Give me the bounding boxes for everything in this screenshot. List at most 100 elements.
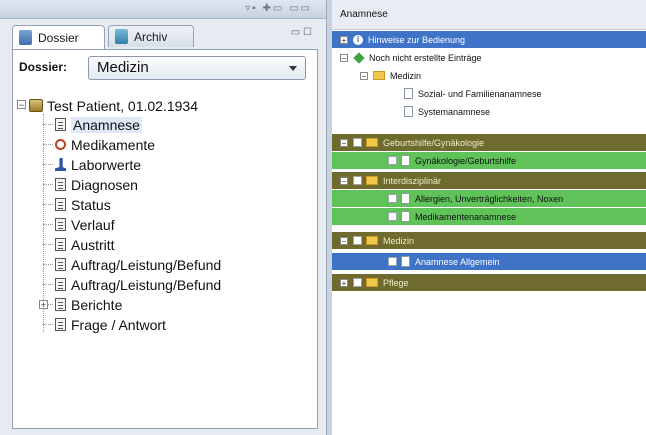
collapse-toggle[interactable]: −: [340, 53, 348, 62]
tab-dossier[interactable]: Dossier: [12, 25, 105, 49]
row-label: Medikamentenanamnese: [415, 211, 517, 222]
tree-row[interactable]: − Geburtshilfe/Gynäkologie: [332, 134, 646, 151]
collapse-toggle[interactable]: −: [340, 138, 348, 147]
tree-row[interactable]: Systemanamnese: [332, 103, 646, 120]
row-label: Medizin: [383, 235, 415, 246]
pending-icon: [353, 51, 365, 64]
tree-item[interactable]: Laborwerte: [55, 155, 141, 174]
tree-item-label: Medikamente: [71, 136, 156, 153]
right-pane: Anamnese + i Hinweise zur Bedienung − No…: [332, 0, 646, 435]
tree-item[interactable]: Status: [55, 195, 111, 214]
tree-row[interactable]: − Interdisziplinär: [332, 172, 646, 189]
row-checkbox[interactable]: [388, 257, 397, 266]
tree-item-label: Diagnosen: [71, 176, 138, 193]
tree-item-label: Status: [71, 196, 111, 213]
document-icon: [55, 258, 66, 271]
folder-icon: [366, 138, 378, 147]
document-icon: [55, 238, 66, 251]
tree-row[interactable]: Medikamentenanamnese: [332, 208, 646, 225]
document-icon: [401, 193, 410, 204]
tab-archiv-label: Archiv: [134, 29, 168, 44]
tree-row[interactable]: + i Hinweise zur Bedienung: [332, 31, 646, 48]
berichte-expand-toggle[interactable]: +: [39, 300, 48, 310]
row-checkbox[interactable]: [353, 236, 362, 245]
dossier-icon: [19, 30, 32, 45]
row-label: Interdisziplinär: [383, 175, 442, 186]
tab-dossier-label: Dossier: [38, 30, 79, 45]
tab-archiv[interactable]: Archiv: [108, 25, 194, 47]
dossier-panel: Dossier: Medizin − Test Patient, 01.02.1…: [12, 49, 318, 429]
expand-toggle[interactable]: +: [340, 278, 348, 287]
toolbar-icons[interactable]: ▿▪ ✚▭ ▭▭: [245, 3, 312, 14]
tree-item[interactable]: Austritt: [55, 235, 115, 254]
patient-collapse-toggle[interactable]: −: [17, 100, 26, 110]
tree-item[interactable]: Anamnese: [55, 115, 142, 134]
row-checkbox[interactable]: [388, 212, 397, 221]
document-icon: [55, 318, 66, 331]
document-icon: [55, 298, 66, 311]
document-icon: [401, 211, 410, 222]
row-label: Sozial- und Familienanamnese: [418, 88, 542, 99]
collapse-toggle[interactable]: −: [340, 236, 348, 245]
pane-title: Anamnese: [332, 0, 646, 30]
tree-item-label: Austritt: [71, 236, 115, 253]
window-controls[interactable]: ▭ ☐: [291, 27, 312, 38]
tree-row[interactable]: − Medizin: [332, 232, 646, 249]
tree-patient-node[interactable]: Test Patient, 01.02.1934: [29, 96, 198, 115]
tree-item[interactable]: Frage / Antwort: [55, 315, 166, 334]
row-checkbox[interactable]: [388, 194, 397, 203]
document-icon: [55, 198, 66, 211]
row-checkbox[interactable]: [353, 176, 362, 185]
tree-item[interactable]: Medikamente: [55, 135, 155, 154]
row-label: Noch nicht erstellte Einträge: [369, 52, 482, 63]
expand-toggle[interactable]: +: [340, 35, 348, 44]
microscope-icon: [55, 158, 66, 171]
row-checkbox[interactable]: [353, 138, 362, 147]
document-icon: [55, 218, 66, 231]
tree-item[interactable]: Auftrag/Leistung/Befund: [55, 255, 221, 274]
document-icon: [404, 106, 413, 117]
tree-patient-label: Test Patient, 01.02.1934: [47, 97, 198, 114]
row-label: Systemanamnese: [418, 106, 491, 117]
tree-item[interactable]: Berichte: [55, 295, 122, 314]
document-icon: [401, 155, 410, 166]
document-icon: [404, 88, 413, 99]
tree-item-label: Berichte: [71, 296, 123, 313]
info-icon: i: [353, 34, 363, 45]
dossier-label: Dossier:: [19, 60, 68, 74]
collapse-toggle[interactable]: −: [340, 176, 348, 185]
row-label: Hinweise zur Bedienung: [368, 34, 466, 45]
row-label: Gynäkologie/Geburtshilfe: [415, 155, 517, 166]
tree-row[interactable]: Sozial- und Familienanamnese: [332, 85, 646, 102]
row-checkbox[interactable]: [353, 278, 362, 287]
folder-icon: [366, 176, 378, 185]
document-icon: [55, 178, 66, 191]
document-icon: [401, 256, 410, 267]
folder-icon: [373, 71, 385, 80]
tree-row[interactable]: − Medizin: [332, 67, 646, 84]
tree-item[interactable]: Diagnosen: [55, 175, 138, 194]
chevron-down-icon[interactable]: [289, 66, 297, 71]
archive-icon: [115, 29, 128, 44]
tree-row[interactable]: Gynäkologie/Geburtshilfe: [332, 152, 646, 169]
document-icon: [55, 118, 66, 131]
tree-row[interactable]: + Pflege: [332, 274, 646, 291]
row-label: Allergien, Unverträglichkeiten, Noxen: [415, 193, 564, 204]
row-label: Medizin: [390, 70, 422, 81]
tree-row[interactable]: Anamnese Allgemein: [332, 253, 646, 270]
tree-row[interactable]: − Noch nicht erstellte Einträge: [332, 49, 646, 66]
patient-icon: [29, 99, 43, 112]
tree-item-label: Anamnese: [71, 116, 142, 133]
tree-row[interactable]: Allergien, Unverträglichkeiten, Noxen: [332, 190, 646, 207]
row-label: Pflege: [383, 277, 409, 288]
folder-icon: [366, 236, 378, 245]
tree-item[interactable]: Verlauf: [55, 215, 115, 234]
tree-item-label: Auftrag/Leistung/Befund: [71, 276, 222, 293]
tree-item[interactable]: Auftrag/Leistung/Befund: [55, 275, 221, 294]
collapse-toggle[interactable]: −: [360, 71, 368, 80]
tree-item-label: Frage / Antwort: [71, 316, 166, 333]
tree-item-label: Verlauf: [71, 216, 115, 233]
tree-item-label: Laborwerte: [71, 156, 142, 173]
dossier-select[interactable]: Medizin: [88, 56, 306, 80]
row-checkbox[interactable]: [388, 156, 397, 165]
